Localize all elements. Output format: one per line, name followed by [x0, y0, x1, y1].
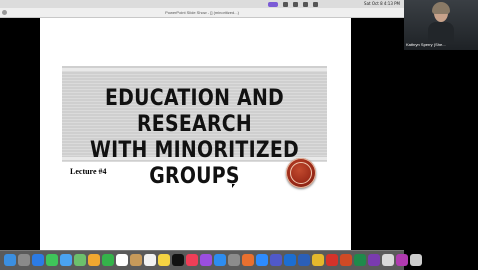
dock-items	[4, 254, 422, 266]
search-icon[interactable]	[293, 1, 298, 7]
participant-name: Kathryn Sperry (She...	[406, 42, 446, 47]
outlook-icon[interactable]	[284, 254, 296, 266]
dock	[0, 250, 422, 270]
slide-title-line2: WITH MINORITIZED GROUPS	[89, 138, 300, 189]
facetime-icon[interactable]	[102, 254, 114, 266]
teams-icon[interactable]	[270, 254, 282, 266]
calendar-icon[interactable]	[116, 254, 128, 266]
chrome-icon[interactable]	[312, 254, 324, 266]
safari-icon[interactable]	[32, 254, 44, 266]
notes-icon[interactable]	[158, 254, 170, 266]
trash-icon[interactable]	[410, 254, 422, 266]
reminders-icon[interactable]	[144, 254, 156, 266]
menu-clock[interactable]: Sat Oct 8 4:13 PM	[364, 0, 400, 8]
settings-icon[interactable]	[228, 254, 240, 266]
firefox-icon[interactable]	[242, 254, 254, 266]
participant-video[interactable]: Kathryn Sperry (She...	[404, 0, 478, 50]
side-panel	[404, 50, 478, 269]
menu-bar: Sat Oct 8 4:13 PM	[0, 0, 404, 8]
music-icon[interactable]	[186, 254, 198, 266]
maps-icon[interactable]	[74, 254, 86, 266]
menu-status-icons	[268, 1, 318, 7]
mouse-cursor-icon	[232, 184, 235, 188]
podcasts-icon[interactable]	[200, 254, 212, 266]
seal-logo	[286, 158, 316, 188]
finder-icon[interactable]	[4, 254, 16, 266]
battery-icon[interactable]	[313, 1, 318, 7]
control-center-icon[interactable]	[303, 1, 308, 7]
app-purple-icon[interactable]	[396, 254, 408, 266]
launchpad-icon[interactable]	[18, 254, 30, 266]
preview-icon[interactable]	[382, 254, 394, 266]
banner-stripe	[62, 68, 327, 71]
word-icon[interactable]	[298, 254, 310, 266]
wifi-icon[interactable]	[283, 1, 288, 7]
tv-icon[interactable]	[172, 254, 184, 266]
appstore-icon[interactable]	[214, 254, 226, 266]
window-titlebar: PowerPoint Slide Show - [] (minoritized.…	[0, 8, 404, 18]
screen-share-icon[interactable]	[268, 1, 278, 7]
zoom-icon[interactable]	[256, 254, 268, 266]
acrobat-icon[interactable]	[326, 254, 338, 266]
photos-icon[interactable]	[88, 254, 100, 266]
participant-avatar	[428, 2, 454, 44]
slide-title: EDUCATION AND RESEARCH WITH MINORITIZED …	[81, 86, 309, 190]
mail-icon[interactable]	[60, 254, 72, 266]
window-title: PowerPoint Slide Show - [] (minoritized.…	[165, 10, 239, 15]
powerpoint-icon[interactable]	[340, 254, 352, 266]
lecture-number: Lecture #4	[70, 167, 107, 176]
onenote-icon[interactable]	[368, 254, 380, 266]
contacts-icon[interactable]	[130, 254, 142, 266]
messages-icon[interactable]	[46, 254, 58, 266]
slide-title-line1: EDUCATION AND RESEARCH	[104, 86, 285, 137]
excel-icon[interactable]	[354, 254, 366, 266]
